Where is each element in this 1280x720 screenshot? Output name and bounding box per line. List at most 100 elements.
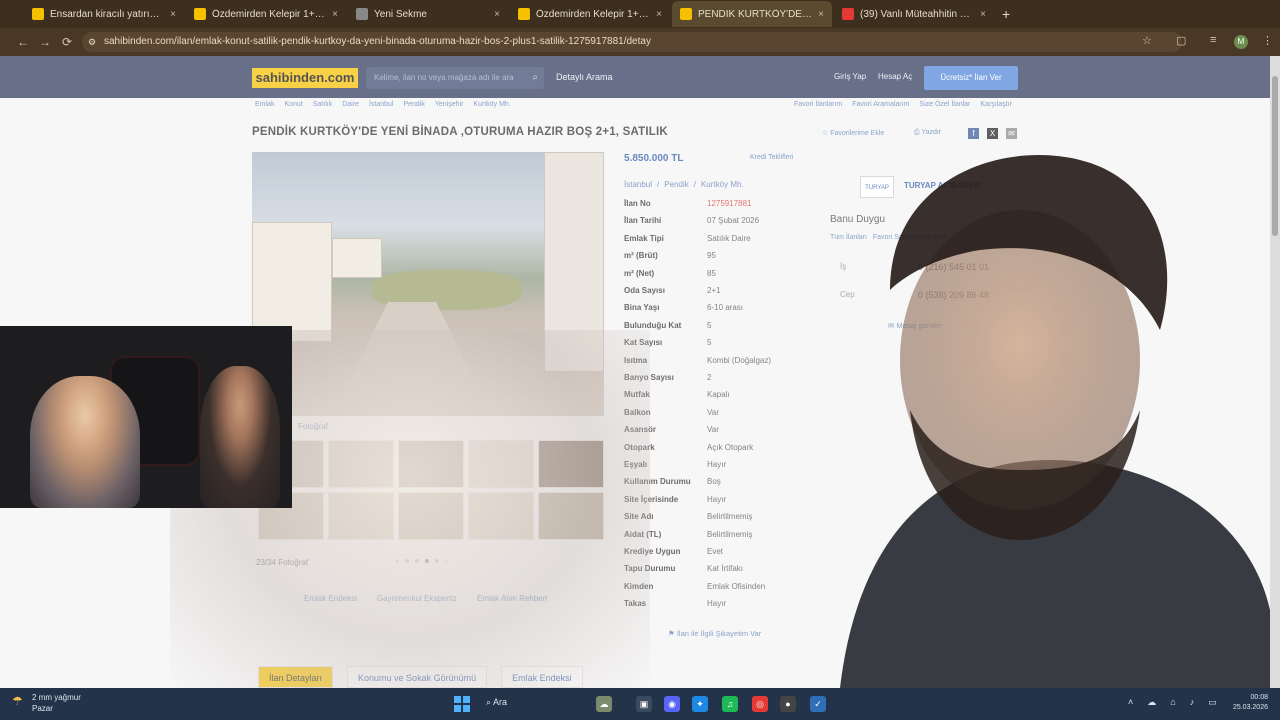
page-scrollbar[interactable] [1270,56,1280,688]
tray-chevron-icon[interactable]: ˄ [1128,697,1133,708]
photo-thumbnail[interactable] [468,440,534,488]
info-link[interactable]: Gayrimenkul Ekspertiz [377,594,457,603]
close-tab-icon[interactable]: × [818,9,824,20]
add-favorite-link[interactable]: ☆ Favorilerime Ekle [822,129,884,137]
facebook-share-icon[interactable]: f [968,128,979,139]
browser-tab[interactable]: PENDİK KURTKÖY'DE YENİ Bİ × [672,1,832,27]
detailed-search-link[interactable]: Detaylı Arama [556,72,613,82]
close-tab-icon[interactable]: × [980,9,986,20]
photo-thumbnail[interactable] [328,440,394,488]
battery-icon[interactable]: ▭ [1208,697,1217,708]
credit-offers-link[interactable]: Kredi Teklifleri [750,154,793,161]
profile-avatar[interactable]: M [1234,35,1248,49]
account-link[interactable]: Favori Aramalarım [852,101,909,108]
reload-icon[interactable]: ⟳ [56,35,78,49]
browser-tab[interactable]: Özdemirden Kelepir 1+0 Stüd × [186,1,346,27]
start-button[interactable] [454,696,470,712]
detail-tab[interactable]: İlan Detayları [258,666,334,688]
pager-dot[interactable] [434,558,439,563]
clock[interactable]: 00:08 25.03.2026 [1228,693,1268,713]
photo-thumbnail[interactable] [328,492,394,540]
breadcrumb-item[interactable]: Satılık [313,101,332,108]
volume-icon[interactable]: ♪ [1190,697,1195,708]
photo-thumbnail[interactable] [538,492,604,540]
pager-dot-active[interactable] [424,558,429,563]
location-item[interactable]: Pendik [664,180,688,189]
breadcrumb-item[interactable]: Daire [342,101,359,108]
extensions-icon[interactable]: ▢ [1176,34,1186,47]
new-tab-icon[interactable]: + [1002,6,1010,22]
browser-tab[interactable]: Özdemirden Kelepir 1+0 Stüd × [510,1,670,27]
agency-name[interactable]: TURYAP ACIBADEM [904,181,981,190]
search-input[interactable]: Kelime, ilan no veya mağaza adı ile ara ⌕ [366,67,544,89]
close-tab-icon[interactable]: × [494,9,500,20]
favorite-seller-link[interactable]: Favori Satıcılarıma ekle [873,234,947,241]
send-message-link[interactable]: ✉ Mesaj gönder [888,321,942,330]
next-photo-icon[interactable]: › [445,556,448,565]
task-view-icon[interactable]: ▣ [636,696,652,712]
vscode-icon[interactable]: ✓ [810,696,826,712]
browser-tab[interactable]: Yeni Sekme × [348,1,508,27]
browser-tab[interactable]: (39) Vanlı Müteahhitin Beyin × [834,1,994,27]
forward-icon[interactable]: → [34,35,56,49]
discord-icon[interactable]: ◉ [664,696,680,712]
info-link[interactable]: Emlak Alım Rehberi [477,594,547,603]
close-tab-icon[interactable]: × [170,9,176,20]
location-item[interactable]: İstanbul [624,180,652,189]
prev-photo-icon[interactable]: ‹ [396,556,399,565]
taskbar-search[interactable]: ⌕ Ara [486,697,507,708]
post-ad-button[interactable]: Ücretsiz* İlan Ver [924,66,1018,90]
detail-tab[interactable]: Konumu ve Sokak Görünümü [347,666,488,688]
browser-tab[interactable]: Ensardan kiracılı yatırımlık fırsa × [24,1,184,27]
spotify-icon[interactable]: ♫ [722,696,738,712]
breadcrumb-item[interactable]: İstanbul [369,101,394,108]
login-link[interactable]: Giriş Yap [834,72,866,81]
photo-thumbnail[interactable] [538,440,604,488]
photo-tab[interactable]: Fotoğraf [298,422,328,431]
reading-list-icon[interactable]: ≡ [1210,34,1216,46]
photo-thumbnail[interactable] [468,492,534,540]
url-field[interactable]: ⚙ sahibinden.com/ilan/emlak-konut-satilik… [82,32,1182,52]
detail-tab[interactable]: Emlak Endeksi [501,666,583,688]
register-link[interactable]: Hesap Aç [878,72,912,81]
photo-thumbnail[interactable] [398,440,464,488]
breadcrumb-item[interactable]: Yenişehir [435,101,464,108]
widgets-icon[interactable]: ☁ [596,696,612,712]
breadcrumb-item[interactable]: Pendik [403,101,424,108]
email-share-icon[interactable]: ✉ [1006,128,1017,139]
feature-value: 85 [707,268,716,278]
weather-widget[interactable]: ☂ 2 mm yağmur Pazar [12,692,81,714]
close-tab-icon[interactable]: × [656,9,662,20]
scrollbar-thumb[interactable] [1272,76,1278,236]
app-icon[interactable]: ✦ [692,696,708,712]
complaint-link[interactable]: ⚑ İlan ile İlgili Şikayetim Var [668,629,761,638]
site-logo[interactable]: sahibinden.com [252,68,358,88]
chrome-icon[interactable]: ◎ [752,696,768,712]
breadcrumb-item[interactable]: Konut [284,101,302,108]
info-link[interactable]: Emlak Endeksi [304,594,357,603]
account-link[interactable]: Karşılaştır [980,101,1012,108]
print-link[interactable]: ⎙ Yazdır [914,129,941,137]
account-link[interactable]: Favori İlanlarım [794,101,842,108]
location-item[interactable]: Kurtköy Mh. [701,180,744,189]
photo-thumbnail[interactable] [398,492,464,540]
obs-icon[interactable]: ● [780,696,796,712]
site-info-icon[interactable]: ⚙ [88,32,96,52]
agency-logo[interactable]: TURYAP [860,176,894,198]
x-share-icon[interactable]: X [987,128,998,139]
pager-dot[interactable] [404,558,409,563]
account-link[interactable]: Size Özel İlanlar [919,101,970,108]
network-icon[interactable]: ⌂ [1170,697,1175,708]
main-listing-photo[interactable] [252,152,604,416]
close-tab-icon[interactable]: × [332,9,338,20]
pager-dot[interactable] [414,558,419,563]
back-icon[interactable]: ← [12,35,34,49]
all-ads-link[interactable]: Tüm İlanları [830,234,867,241]
breadcrumb-item[interactable]: Kurtköy Mh. [473,101,510,108]
listing-price: 5.850.000 TL [624,153,684,164]
breadcrumb-item[interactable]: Emlak [255,101,274,108]
onedrive-icon[interactable]: ☁ [1147,697,1156,708]
search-icon[interactable]: ⌕ [532,67,538,89]
bookmark-star-icon[interactable]: ☆ [1142,34,1152,47]
menu-dots-icon[interactable]: ⋮ [1262,34,1273,47]
